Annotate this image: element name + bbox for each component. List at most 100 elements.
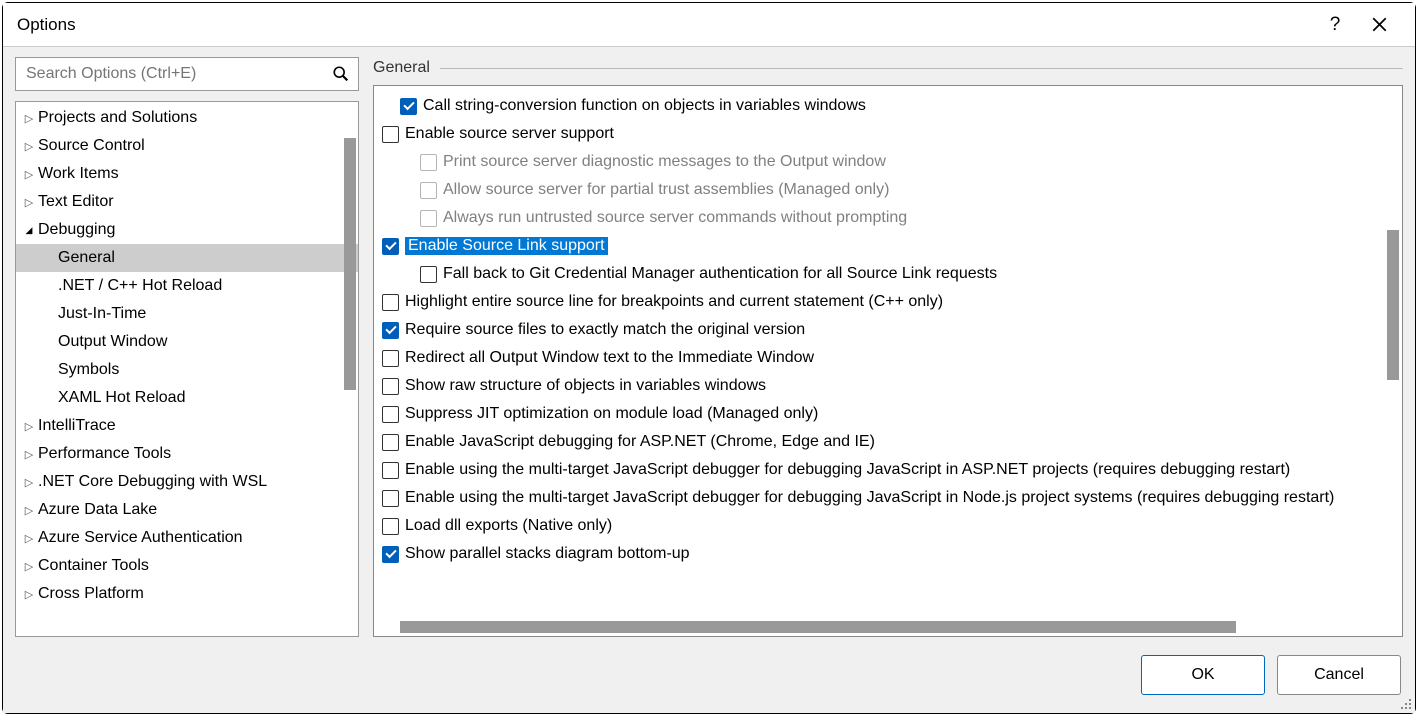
chevron-right-icon[interactable]: ▷ bbox=[22, 588, 36, 601]
chevron-right-icon[interactable]: ▷ bbox=[22, 448, 36, 461]
search-input[interactable] bbox=[26, 65, 330, 83]
checkbox[interactable] bbox=[382, 546, 399, 563]
tree-item-container-tools[interactable]: ▷Container Tools bbox=[16, 552, 358, 580]
chevron-right-icon[interactable]: ▷ bbox=[22, 504, 36, 517]
tree-item-just-in-time[interactable]: Just-In-Time bbox=[16, 300, 358, 328]
option-label[interactable]: Show raw structure of objects in variabl… bbox=[405, 377, 766, 395]
option-label[interactable]: Highlight entire source line for breakpo… bbox=[405, 293, 943, 311]
option-label[interactable]: Suppress JIT optimization on module load… bbox=[405, 405, 818, 423]
tree-item-symbols[interactable]: Symbols bbox=[16, 356, 358, 384]
option-label[interactable]: Fall back to Git Credential Manager auth… bbox=[443, 265, 997, 283]
option-row: Highlight entire source line for breakpo… bbox=[382, 288, 1376, 316]
tree-item-label: Projects and Solutions bbox=[38, 109, 197, 127]
section-header: General bbox=[373, 57, 1403, 85]
tree-item-azure-data-lake[interactable]: ▷Azure Data Lake bbox=[16, 496, 358, 524]
tree-item-label: Symbols bbox=[58, 361, 119, 379]
tree-item--net-c-hot-reload[interactable]: .NET / C++ Hot Reload bbox=[16, 272, 358, 300]
button-row: OK Cancel bbox=[3, 637, 1415, 713]
help-button[interactable]: ? bbox=[1313, 3, 1357, 47]
tree-item-work-items[interactable]: ▷Work Items bbox=[16, 160, 358, 188]
checkbox[interactable] bbox=[420, 266, 437, 283]
chevron-right-icon[interactable]: ▷ bbox=[22, 140, 36, 153]
right-column: General Call string-conversion function … bbox=[373, 57, 1403, 637]
chevron-right-icon[interactable]: ▷ bbox=[22, 112, 36, 125]
tree-item-label: Source Control bbox=[38, 137, 145, 155]
tree-item-azure-service-authentication[interactable]: ▷Azure Service Authentication bbox=[16, 524, 358, 552]
option-row: Enable source server support bbox=[382, 120, 1376, 148]
tree-item-output-window[interactable]: Output Window bbox=[16, 328, 358, 356]
tree-item-projects-and-solutions[interactable]: ▷Projects and Solutions bbox=[16, 104, 358, 132]
checkbox[interactable] bbox=[400, 98, 417, 115]
checkbox[interactable] bbox=[382, 322, 399, 339]
chevron-right-icon[interactable]: ▷ bbox=[22, 560, 36, 573]
option-row: Show raw structure of objects in variabl… bbox=[382, 372, 1376, 400]
tree-item-intellitrace[interactable]: ▷IntelliTrace bbox=[16, 412, 358, 440]
option-row: Load dll exports (Native only) bbox=[382, 512, 1376, 540]
tree-item-performance-tools[interactable]: ▷Performance Tools bbox=[16, 440, 358, 468]
checkbox[interactable] bbox=[382, 126, 399, 143]
checkbox[interactable] bbox=[382, 490, 399, 507]
option-row: Enable using the multi-target JavaScript… bbox=[382, 456, 1376, 484]
options-pane: Call string-conversion function on objec… bbox=[373, 85, 1403, 637]
tree-item-label: General bbox=[58, 249, 115, 267]
checkbox[interactable] bbox=[382, 518, 399, 535]
dialog-title: Options bbox=[17, 15, 76, 35]
option-label[interactable]: Enable using the multi-target JavaScript… bbox=[405, 489, 1334, 507]
option-label: Print source server diagnostic messages … bbox=[443, 153, 886, 171]
tree-item-source-control[interactable]: ▷Source Control bbox=[16, 132, 358, 160]
options-vertical-scrollbar[interactable] bbox=[1387, 230, 1399, 380]
tree-item-cross-platform[interactable]: ▷Cross Platform bbox=[16, 580, 358, 608]
option-label[interactable]: Show parallel stacks diagram bottom-up bbox=[405, 545, 690, 563]
checkbox[interactable] bbox=[382, 434, 399, 451]
tree-item-label: Cross Platform bbox=[38, 585, 144, 603]
tree-item-label: Azure Data Lake bbox=[38, 501, 157, 519]
option-label[interactable]: Require source files to exactly match th… bbox=[405, 321, 805, 339]
tree-item-xaml-hot-reload[interactable]: XAML Hot Reload bbox=[16, 384, 358, 412]
dialog-body: ▷Projects and Solutions▷Source Control▷W… bbox=[3, 47, 1415, 713]
tree-item-general[interactable]: General bbox=[16, 244, 358, 272]
checkbox[interactable] bbox=[382, 350, 399, 367]
option-label: Allow source server for partial trust as… bbox=[443, 181, 889, 199]
chevron-right-icon[interactable]: ▷ bbox=[22, 196, 36, 209]
resize-grip-icon[interactable] bbox=[1399, 697, 1413, 711]
checkbox bbox=[420, 182, 437, 199]
chevron-down-icon[interactable]: ◢ bbox=[22, 225, 36, 236]
option-label: Always run untrusted source server comma… bbox=[443, 209, 907, 227]
tree-item-label: .NET Core Debugging with WSL bbox=[38, 473, 267, 491]
cancel-button[interactable]: Cancel bbox=[1277, 655, 1401, 695]
option-label[interactable]: Call string-conversion function on objec… bbox=[423, 97, 866, 115]
option-row: Print source server diagnostic messages … bbox=[382, 148, 1376, 176]
checkbox bbox=[420, 210, 437, 227]
tree-item-text-editor[interactable]: ▷Text Editor bbox=[16, 188, 358, 216]
left-column: ▷Projects and Solutions▷Source Control▷W… bbox=[15, 57, 359, 637]
option-row: Show parallel stacks diagram bottom-up bbox=[382, 540, 1376, 568]
tree-item-label: Debugging bbox=[38, 221, 115, 239]
checkbox[interactable] bbox=[382, 294, 399, 311]
tree-scrollbar[interactable] bbox=[344, 138, 356, 390]
checkbox[interactable] bbox=[382, 406, 399, 423]
tree-item-label: Container Tools bbox=[38, 557, 149, 575]
category-tree: ▷Projects and Solutions▷Source Control▷W… bbox=[15, 101, 359, 637]
tree-item-label: Text Editor bbox=[38, 193, 114, 211]
chevron-right-icon[interactable]: ▷ bbox=[22, 476, 36, 489]
option-label[interactable]: Redirect all Output Window text to the I… bbox=[405, 349, 814, 367]
search-box[interactable] bbox=[15, 57, 359, 91]
option-label[interactable]: Enable JavaScript debugging for ASP.NET … bbox=[405, 433, 875, 451]
checkbox[interactable] bbox=[382, 238, 399, 255]
options-horizontal-scrollbar[interactable] bbox=[400, 621, 1236, 633]
checkbox[interactable] bbox=[382, 378, 399, 395]
option-label[interactable]: Enable Source Link support bbox=[405, 237, 608, 255]
chevron-right-icon[interactable]: ▷ bbox=[22, 532, 36, 545]
tree-item-debugging[interactable]: ◢Debugging bbox=[16, 216, 358, 244]
option-label[interactable]: Enable source server support bbox=[405, 125, 614, 143]
checkbox bbox=[420, 154, 437, 171]
checkbox[interactable] bbox=[382, 462, 399, 479]
chevron-right-icon[interactable]: ▷ bbox=[22, 168, 36, 181]
tree-item-label: IntelliTrace bbox=[38, 417, 116, 435]
tree-item--net-core-debugging-with-wsl[interactable]: ▷.NET Core Debugging with WSL bbox=[16, 468, 358, 496]
chevron-right-icon[interactable]: ▷ bbox=[22, 420, 36, 433]
close-button[interactable] bbox=[1357, 3, 1401, 47]
option-label[interactable]: Load dll exports (Native only) bbox=[405, 517, 612, 535]
option-label[interactable]: Enable using the multi-target JavaScript… bbox=[405, 461, 1290, 479]
ok-button[interactable]: OK bbox=[1141, 655, 1265, 695]
